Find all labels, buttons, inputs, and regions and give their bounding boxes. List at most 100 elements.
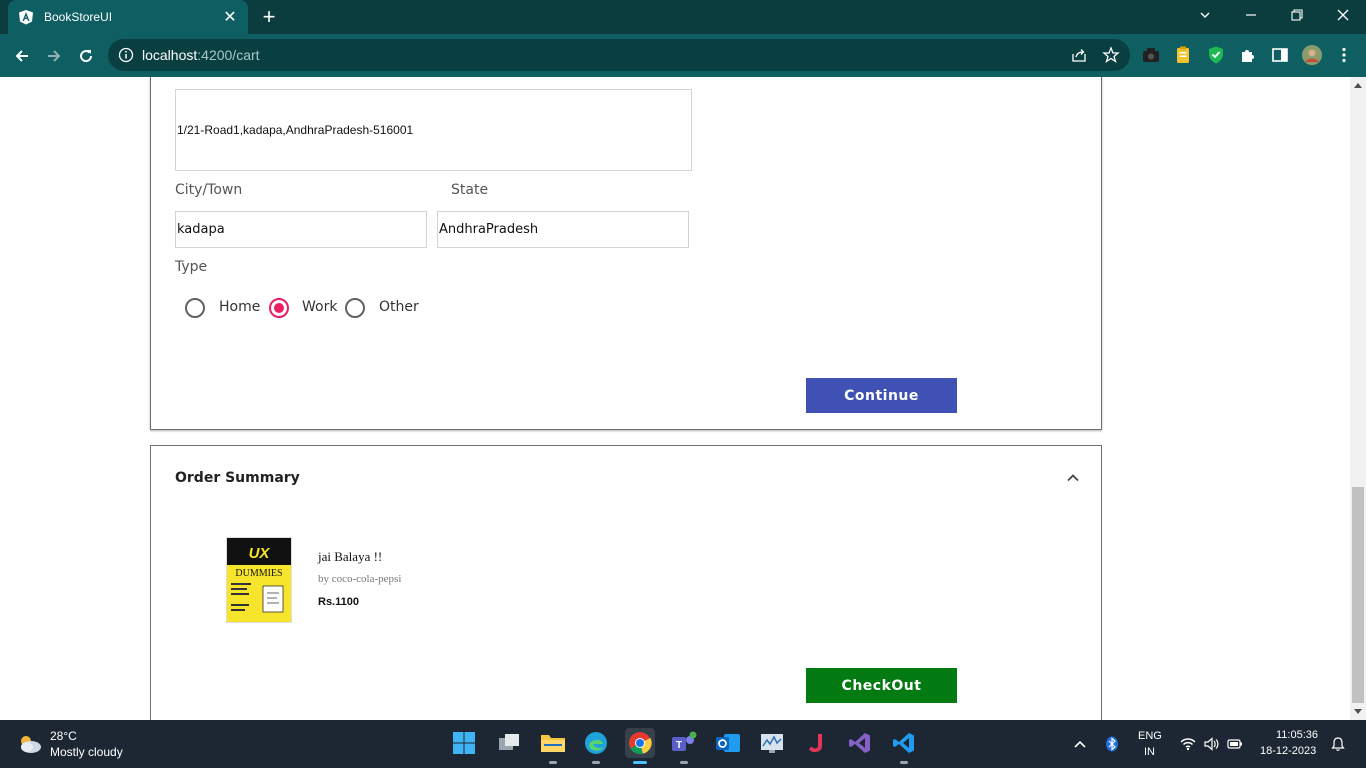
visual-studio-icon — [849, 733, 870, 753]
weather-temperature[interactable]: 28°C — [50, 729, 77, 743]
scroll-down-arrow-icon[interactable] — [1354, 709, 1362, 714]
radio-work-label[interactable]: Work — [302, 299, 337, 315]
svg-text:T: T — [676, 740, 682, 751]
minimize-button[interactable] — [1228, 0, 1274, 30]
wifi-icon[interactable] — [1180, 736, 1196, 752]
radio-home[interactable] — [185, 298, 205, 318]
book-price: Rs.1100 — [318, 596, 359, 608]
taskbar-edge[interactable] — [581, 728, 611, 764]
type-label: Type — [175, 259, 208, 275]
battery-icon[interactable] — [1227, 736, 1243, 752]
tab-bookstoreui[interactable]: BookStoreUI ✕ — [8, 0, 248, 34]
state-input[interactable]: AndhraPradesh — [437, 211, 689, 248]
start-button[interactable] — [449, 728, 479, 758]
radio-home-label[interactable]: Home — [219, 299, 260, 315]
scroll-up-arrow-icon[interactable] — [1354, 83, 1362, 88]
new-tab-button[interactable]: + — [258, 6, 280, 28]
active-indicator — [633, 761, 647, 764]
windows-taskbar: 28°C Mostly cloudy T ENG IN 11:05:36 18-… — [0, 720, 1366, 768]
windows-icon — [453, 732, 475, 754]
taskbar-intellij[interactable] — [801, 728, 831, 758]
profile-avatar[interactable] — [1302, 45, 1322, 65]
camera-extension-icon[interactable] — [1141, 45, 1161, 65]
page-content: 1/21-Road1,kadapa,AndhraPradesh-516001 C… — [0, 77, 1350, 720]
running-indicator — [680, 761, 688, 764]
chevron-up-icon[interactable] — [1065, 470, 1081, 486]
restore-button[interactable] — [1274, 0, 1320, 30]
site-info-icon[interactable] — [118, 47, 134, 63]
city-label: City/Town — [175, 182, 243, 198]
radio-other-label[interactable]: Other — [379, 299, 419, 315]
address-bar[interactable]: localhost:4200/cart — [108, 39, 1130, 71]
taskbar-teams[interactable]: T — [669, 728, 699, 764]
order-summary-panel: Order Summary UX DUMMIES jai Balaya !! b… — [150, 445, 1102, 720]
running-indicator — [549, 761, 557, 764]
browser-toolbar: localhost:4200/cart — [0, 34, 1366, 77]
taskbar-chrome[interactable] — [625, 728, 655, 764]
chrome-icon — [629, 732, 652, 755]
language-indicator[interactable]: ENG — [1138, 730, 1162, 742]
share-icon[interactable] — [1070, 46, 1088, 64]
chevron-up-tray-icon[interactable] — [1072, 736, 1088, 752]
close-tab-icon[interactable]: ✕ — [222, 9, 238, 26]
back-button[interactable] — [9, 43, 35, 69]
tab-strip: BookStoreUI ✕ + — [0, 0, 1366, 34]
notification-bell-icon[interactable] — [1330, 736, 1346, 752]
radio-other[interactable] — [345, 298, 365, 318]
checkout-button[interactable]: CheckOut — [806, 668, 957, 703]
outlook-icon — [716, 734, 740, 752]
angular-icon — [19, 10, 33, 25]
address-textarea[interactable]: 1/21-Road1,kadapa,AndhraPradesh-516001 — [175, 89, 692, 171]
running-indicator — [592, 761, 600, 764]
monitor-chart-icon — [761, 734, 783, 753]
browser-menu-icon[interactable] — [1334, 45, 1354, 65]
volume-icon[interactable] — [1203, 736, 1219, 752]
taskbar-file-explorer[interactable] — [538, 728, 568, 764]
running-indicator — [900, 761, 908, 764]
order-summary-title[interactable]: Order Summary — [175, 470, 300, 486]
book-title: jai Balaya !! — [318, 549, 383, 564]
city-input[interactable]: kadapa — [175, 211, 427, 248]
cover-title-text: UX — [249, 545, 271, 562]
teams-icon: T — [672, 731, 697, 751]
url-host: localhost — [142, 47, 198, 63]
continue-button[interactable]: Continue — [806, 378, 957, 413]
bookmark-star-icon[interactable] — [1102, 46, 1120, 64]
clipboard-extension-icon[interactable] — [1173, 45, 1193, 65]
url-path: :4200/cart — [197, 47, 260, 63]
language-region[interactable]: IN — [1144, 746, 1155, 758]
tab-search-icon[interactable] — [1182, 0, 1228, 30]
cover-subtitle-text: DUMMIES — [235, 568, 282, 579]
bluetooth-icon[interactable] — [1104, 736, 1120, 752]
folder-icon — [541, 735, 565, 752]
taskbar-resource-monitor[interactable] — [757, 728, 787, 758]
url-text[interactable]: localhost:4200/cart — [142, 47, 260, 63]
task-view-icon — [499, 734, 519, 750]
page-scrollbar[interactable] — [1350, 77, 1366, 720]
taskbar-vscode[interactable] — [889, 728, 919, 764]
clock-time[interactable]: 11:05:36 — [1276, 729, 1318, 741]
browser-window: BookStoreUI ✕ + localhost:4200/cart 1/21… — [0, 0, 1366, 768]
task-view-button[interactable] — [494, 728, 524, 758]
address-value: 1/21-Road1,kadapa,AndhraPradesh-516001 — [177, 123, 414, 137]
book-author: by coco-cola-pepsi — [318, 573, 402, 585]
clock-date[interactable]: 18-12-2023 — [1260, 745, 1316, 757]
taskbar-outlook[interactable] — [713, 728, 743, 758]
state-label: State — [451, 182, 489, 198]
weather-description[interactable]: Mostly cloudy — [50, 745, 123, 759]
tab-title: BookStoreUI — [44, 10, 113, 24]
intellij-icon — [809, 734, 822, 752]
side-panel-icon[interactable] — [1270, 45, 1290, 65]
close-window-button[interactable] — [1320, 0, 1366, 30]
cloudy-weather-icon[interactable] — [16, 732, 44, 756]
edge-icon — [585, 732, 607, 754]
forward-button[interactable] — [41, 43, 67, 69]
taskbar-visual-studio[interactable] — [845, 728, 875, 758]
shield-extension-icon[interactable] — [1206, 45, 1226, 65]
vscode-icon — [893, 733, 914, 753]
radio-work[interactable] — [269, 298, 289, 318]
book-cover-image: UX DUMMIES — [226, 537, 292, 623]
scrollbar-thumb[interactable] — [1352, 487, 1364, 703]
reload-button[interactable] — [73, 43, 99, 69]
extensions-puzzle-icon[interactable] — [1238, 45, 1258, 65]
